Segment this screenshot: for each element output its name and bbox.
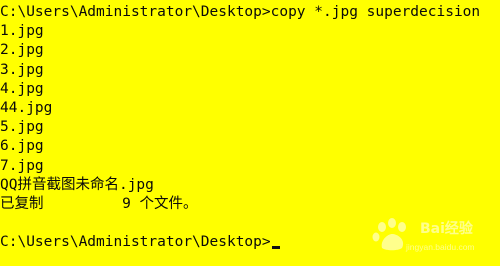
console-line-file: QQ拼音截图未命名.jpg: [0, 176, 154, 193]
console-line-file: 3.jpg: [0, 61, 44, 78]
console-line-file: 44.jpg: [0, 99, 53, 116]
console-prompt-line[interactable]: C:\Users\Administrator\Desktop>: [0, 233, 500, 252]
console-line-file: 4.jpg: [0, 80, 44, 97]
console-line-file: 5.jpg: [0, 119, 44, 136]
console-prompt: C:\Users\Administrator\Desktop>: [0, 234, 271, 251]
console-line-summary: 已复制 9 个文件。: [0, 195, 198, 212]
console-line-file: 6.jpg: [0, 138, 44, 155]
console-line-file: 2.jpg: [0, 42, 44, 59]
command-prompt-console[interactable]: C:\Users\Administrator\Desktop>copy *.jp…: [0, 0, 500, 266]
console-line-file: 1.jpg: [0, 23, 44, 40]
console-line-command: C:\Users\Administrator\Desktop>copy *.jp…: [0, 4, 481, 20]
text-cursor: [271, 246, 280, 250]
console-line-file: 7.jpg: [0, 157, 44, 174]
